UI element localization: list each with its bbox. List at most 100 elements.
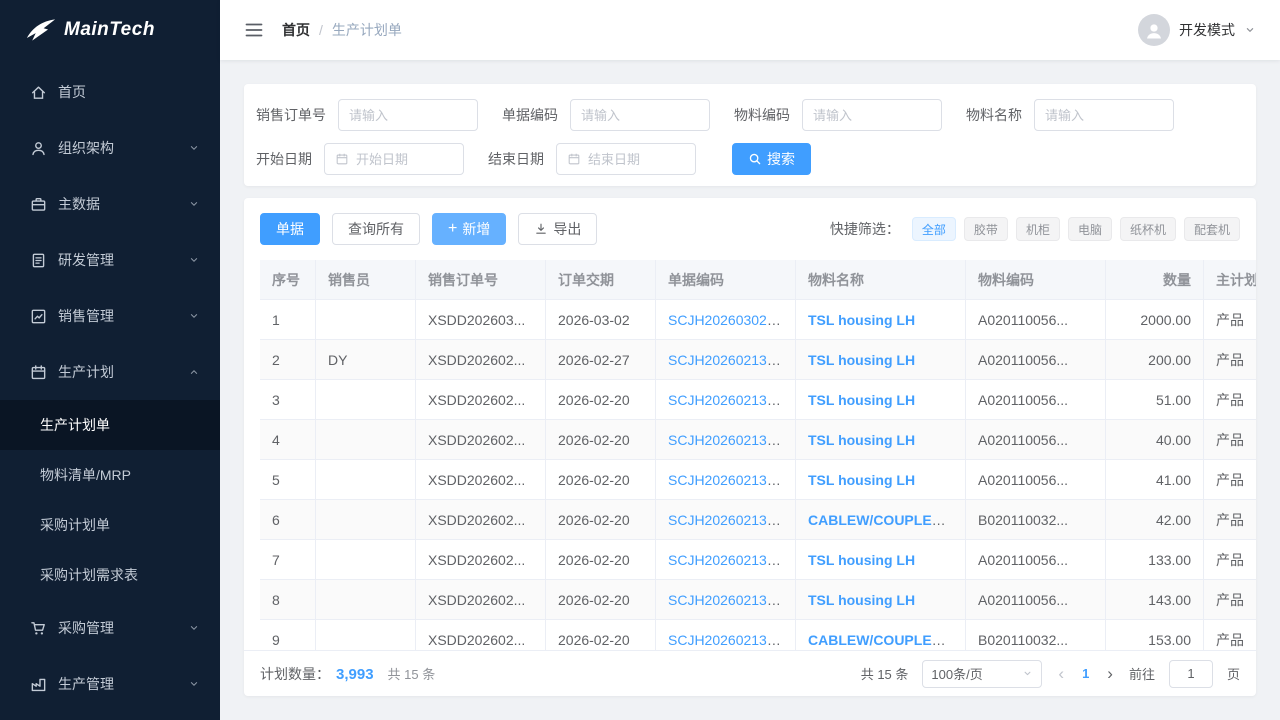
sidebar-item-production-plan[interactable]: 生产计划 (0, 344, 220, 400)
material_name-link[interactable]: TSL housing LH (808, 352, 915, 368)
prev-page-button[interactable]: ‹ (1056, 665, 1066, 682)
material-name-input[interactable] (1045, 108, 1163, 123)
sidebar-item-rd-management[interactable]: 研发管理 (0, 232, 220, 288)
material_name-link[interactable]: TSL housing LH (808, 472, 915, 488)
calendar-icon (567, 152, 581, 166)
end-date-input-box (556, 143, 696, 175)
sidebar-item-home[interactable]: 首页 (0, 64, 220, 120)
cell-salesperson (316, 420, 416, 460)
sidebar-item-master-data[interactable]: 主数据 (0, 176, 220, 232)
cell-qty: 41.00 (1106, 460, 1204, 500)
add-button-label: 新增 (462, 219, 490, 239)
page-unit-label: 页 (1227, 664, 1240, 683)
doc_code-link[interactable]: SCJH20260213003- (668, 472, 795, 488)
cell-salesperson (316, 300, 416, 340)
plus-icon: + (448, 222, 457, 236)
cell-doc_code: SCJH20260213003- (656, 420, 796, 460)
material_name-link[interactable]: CABLEW/COUPLER 6 HE (808, 632, 966, 648)
table-row: 7XSDD202602...2026-02-20SCJH20260213002-… (260, 540, 1256, 580)
quick-filter-accessory-machine[interactable]: 配套机 (1184, 217, 1240, 241)
material-code-input[interactable] (813, 108, 931, 123)
hamburger-menu-icon[interactable] (244, 20, 264, 40)
material_name-link[interactable]: TSL housing LH (808, 312, 915, 328)
sidebar-item-org-structure[interactable]: 组织架构 (0, 120, 220, 176)
column-header-material_code: 物料编码 (966, 260, 1106, 300)
quick-filter-paper-cup-machine[interactable]: 纸杯机 (1120, 217, 1176, 241)
material_name-link[interactable]: TSL housing LH (808, 432, 915, 448)
cell-qty: 51.00 (1106, 380, 1204, 420)
chevron-down-icon (188, 310, 200, 322)
doc_code-link[interactable]: SCJH20260213002- (668, 552, 795, 568)
material_name-link[interactable]: CABLEW/COUPLER 6 HE (808, 512, 966, 528)
current-page[interactable]: 1 (1080, 666, 1091, 681)
page-size-select[interactable]: 100条/页 (922, 660, 1042, 688)
search-button-label: 搜索 (767, 149, 795, 169)
material_name-link[interactable]: TSL housing LH (808, 552, 915, 568)
cell-qty: 2000.00 (1106, 300, 1204, 340)
breadcrumb-home[interactable]: 首页 (282, 20, 310, 40)
doc_code-link[interactable]: SCJH20260213003- (668, 512, 795, 528)
table-row: 6XSDD202602...2026-02-20SCJH20260213003-… (260, 500, 1256, 540)
material_name-link[interactable]: TSL housing LH (808, 592, 915, 608)
material_name-link[interactable]: TSL housing LH (808, 392, 915, 408)
cell-sales_order: XSDD202602... (416, 460, 546, 500)
chevron-down-icon (1022, 668, 1033, 679)
sidebar-subitem-purchase-plan-demand[interactable]: 采购计划需求表 (0, 550, 220, 600)
table-toolbar: 单据 查询所有 + 新增 导出 (244, 198, 1256, 260)
end-date-input[interactable] (588, 152, 685, 167)
cell-qty: 153.00 (1106, 620, 1204, 650)
cell-doc_code: SCJH20260302001- (656, 300, 796, 340)
quick-filter-all[interactable]: 全部 (912, 217, 956, 241)
sidebar-subitem-purchase-plan-order[interactable]: 采购计划单 (0, 500, 220, 550)
sales-order-no-input[interactable] (349, 108, 467, 123)
start-date-input[interactable] (356, 152, 453, 167)
avatar[interactable] (1138, 14, 1170, 46)
sidebar-item-label: 组织架构 (58, 138, 188, 158)
quick-filter-cabinet[interactable]: 机柜 (1016, 217, 1060, 241)
doc_code-link[interactable]: SCJH20260213004- (668, 392, 795, 408)
cell-sales_order: XSDD202602... (416, 540, 546, 580)
cell-material_code: A020110056... (966, 540, 1106, 580)
doc_code-link[interactable]: SCJH20260302001- (668, 312, 795, 328)
sidebar-item-label: 生产管理 (58, 674, 188, 694)
doc_code-link[interactable]: SCJH20260213002- (668, 592, 795, 608)
next-page-button[interactable]: › (1105, 665, 1115, 682)
sidebar-item-purchase-management[interactable]: 采购管理 (0, 600, 220, 656)
table-footer: 计划数量： 3,993 共 15 条 共 15 条 100条/页 ‹ (244, 650, 1256, 696)
export-button[interactable]: 导出 (518, 213, 597, 245)
doc-code-input[interactable] (581, 108, 699, 123)
quick-filter-computer[interactable]: 电脑 (1068, 217, 1112, 241)
quick-filter-label: 快捷筛选： (830, 219, 900, 239)
cell-doc_code: SCJH20260213004- (656, 380, 796, 420)
chevron-down-icon[interactable] (1244, 24, 1256, 36)
table-row: 1XSDD202603...2026-03-02SCJH20260302001-… (260, 300, 1256, 340)
document-button[interactable]: 单据 (260, 213, 320, 245)
cell-status: 产品 (1204, 580, 1256, 620)
sidebar-item-label: 研发管理 (58, 250, 188, 270)
cell-seq: 6 (260, 500, 316, 540)
table-row: 9XSDD202602...2026-02-20SCJH20260213002-… (260, 620, 1256, 650)
sidebar-subitem-production-plan-order[interactable]: 生产计划单 (0, 400, 220, 450)
add-button[interactable]: + 新增 (432, 213, 506, 245)
user-menu[interactable]: 开发模式 (1138, 14, 1256, 46)
cell-seq: 5 (260, 460, 316, 500)
cell-doc_code: SCJH20260213002- (656, 620, 796, 650)
plan-summary: 计划数量： 3,993 共 15 条 (260, 664, 435, 684)
sidebar-item-production-management[interactable]: 生产管理 (0, 656, 220, 712)
query-all-button[interactable]: 查询所有 (332, 213, 420, 245)
doc_code-link[interactable]: SCJH20260213005- (668, 352, 795, 368)
sidebar-item-sales-management[interactable]: 销售管理 (0, 288, 220, 344)
cell-salesperson: DY (316, 340, 416, 380)
quick-filter-tape[interactable]: 胶带 (964, 217, 1008, 241)
filter-label-material-code: 物料编码 (734, 105, 790, 125)
search-button[interactable]: 搜索 (732, 143, 811, 175)
sidebar-subitem-bom-mrp[interactable]: 物料清单/MRP (0, 450, 220, 500)
chevron-down-icon (188, 254, 200, 266)
user-mode-label[interactable]: 开发模式 (1179, 20, 1235, 40)
cell-material_name: TSL housing LH (796, 300, 966, 340)
doc_code-link[interactable]: SCJH20260213002- (668, 632, 795, 648)
goto-page-input[interactable] (1169, 660, 1213, 688)
sidebar-item-label: 主数据 (58, 194, 188, 214)
logo-text: MainTech (64, 19, 155, 41)
doc_code-link[interactable]: SCJH20260213003- (668, 432, 795, 448)
